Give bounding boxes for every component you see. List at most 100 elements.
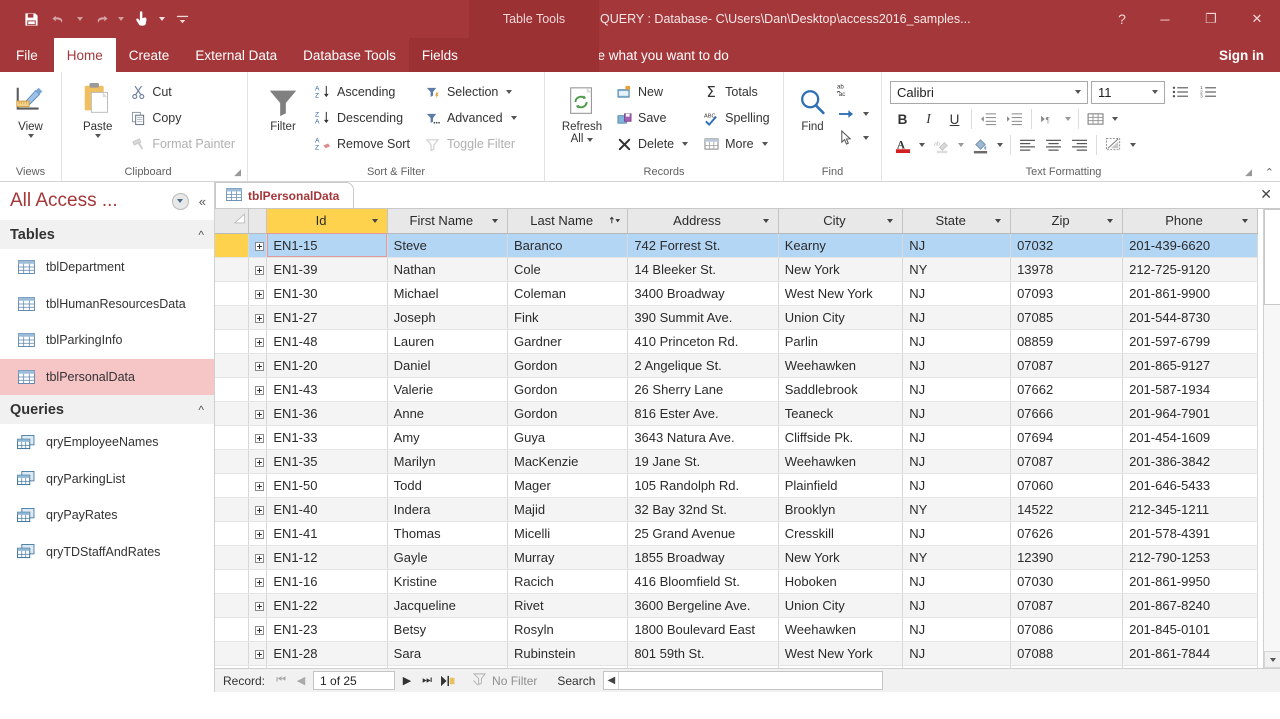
table-row[interactable]: EN1-30MichaelColeman3400 BroadwayWest Ne… [215, 281, 1258, 305]
cell-first-name[interactable]: Kristine [387, 569, 507, 593]
cell-phone[interactable]: 212-345-1211 [1123, 497, 1258, 521]
column-header-address[interactable]: Address [628, 209, 778, 233]
cell-first-name[interactable]: Betsy [387, 617, 507, 641]
cell-id[interactable]: EN1-12 [267, 545, 387, 569]
cell-address[interactable]: 3643 Natura Ave. [628, 425, 778, 449]
cell-phone[interactable]: 201-578-4391 [1123, 521, 1258, 545]
cell-id[interactable]: EN1-36 [267, 401, 387, 425]
cell-state[interactable]: NJ [903, 449, 1011, 473]
cell-id[interactable]: EN1-39 [267, 257, 387, 281]
cell-last-name[interactable]: Gordon [508, 401, 628, 425]
cell-phone[interactable]: 201-439-6620 [1123, 233, 1258, 257]
row-selector[interactable] [215, 497, 248, 521]
cell-id[interactable]: EN1-22 [267, 593, 387, 617]
cell-first-name[interactable]: Gayle [387, 545, 507, 569]
cell-state[interactable]: NJ [903, 305, 1011, 329]
expand-row-button[interactable] [248, 569, 267, 593]
row-selector[interactable] [215, 401, 248, 425]
cell-id[interactable]: EN1-48 [267, 329, 387, 353]
increase-indent-button[interactable] [1002, 107, 1027, 131]
expand-row-button[interactable] [248, 377, 267, 401]
cell-zip[interactable]: 07060 [1011, 473, 1123, 497]
column-dropdown-icon[interactable] [1104, 219, 1116, 223]
refresh-all-button[interactable]: Refresh All [551, 77, 613, 145]
table-row[interactable]: EN1-40InderaMajid32 Bay 32nd St.Brooklyn… [215, 497, 1258, 521]
help-icon[interactable]: ? [1102, 0, 1142, 38]
select-button[interactable] [835, 126, 875, 150]
cell-city[interactable]: Weehawken [778, 353, 902, 377]
text-highlight-button[interactable]: ab [929, 133, 954, 157]
column-header-id[interactable]: Id [267, 209, 387, 233]
filter-status[interactable]: No Filter [457, 673, 547, 689]
cell-state[interactable]: NY [903, 545, 1011, 569]
table-row[interactable]: EN1-23BetsyRosyln1800 Boulevard EastWeeh… [215, 617, 1258, 641]
align-left-button[interactable] [1015, 133, 1040, 157]
nav-item-tblhumanresourcesdata[interactable]: tblHumanResourcesData [0, 286, 214, 323]
delete-dropdown-icon[interactable] [682, 142, 688, 146]
font-name-combo[interactable]: Calibri [890, 81, 1088, 104]
cell-address[interactable]: 742 Forrest St. [628, 233, 778, 257]
undo-icon[interactable] [46, 5, 72, 33]
expand-row-button[interactable] [248, 281, 267, 305]
nav-item-tblpersonaldata[interactable]: tblPersonalData [0, 359, 214, 396]
cell-address[interactable]: 19 Jane St. [628, 449, 778, 473]
expand-row-button[interactable] [248, 449, 267, 473]
cell-first-name[interactable]: Todd [387, 473, 507, 497]
cell-phone[interactable]: 201-646-5433 [1123, 473, 1258, 497]
cell-phone[interactable]: 201-454-1609 [1123, 425, 1258, 449]
cut-button[interactable]: Cut [127, 79, 241, 105]
paste-button[interactable]: Paste [68, 77, 127, 138]
cell-zip[interactable]: 07032 [1011, 233, 1123, 257]
cell-address[interactable]: 26 Sherry Lane [628, 377, 778, 401]
undo-dropdown-icon[interactable] [74, 5, 85, 33]
descending-button[interactable]: ZA Descending [312, 105, 416, 131]
cell-city[interactable]: Teaneck [778, 401, 902, 425]
cell-zip[interactable]: 07694 [1011, 425, 1123, 449]
cell-zip[interactable]: 07626 [1011, 521, 1123, 545]
font-size-dropdown-icon[interactable] [1148, 90, 1162, 94]
row-selector[interactable] [215, 425, 248, 449]
cell-last-name[interactable]: Racich [508, 569, 628, 593]
font-color-button[interactable]: A [890, 133, 915, 157]
italic-button[interactable]: I [916, 107, 941, 131]
column-header-city[interactable]: City [778, 209, 902, 233]
cell-zip[interactable]: 07086 [1011, 617, 1123, 641]
row-selector[interactable] [215, 545, 248, 569]
cell-zip[interactable]: 07087 [1011, 449, 1123, 473]
cell-phone[interactable]: 201-386-3842 [1123, 449, 1258, 473]
cell-state[interactable]: NJ [903, 593, 1011, 617]
cell-last-name[interactable]: Baranco [508, 233, 628, 257]
table-row[interactable]: EN1-48LaurenGardner410 Princeton Rd.Parl… [215, 329, 1258, 353]
column-dropdown-icon[interactable] [369, 219, 381, 223]
table-row[interactable]: EN1-27JosephFink390 Summit Ave.Union Cit… [215, 305, 1258, 329]
cell-first-name[interactable]: Lauren [387, 329, 507, 353]
numbered-list-button[interactable]: 123 [1196, 80, 1221, 104]
spelling-button[interactable]: ABC Spelling [700, 105, 775, 131]
tab-fields[interactable]: Fields [409, 38, 471, 72]
cell-id[interactable]: EN1-41 [267, 521, 387, 545]
chevron-up-icon[interactable]: ^ [198, 403, 204, 417]
cell-last-name[interactable]: Micelli [508, 521, 628, 545]
next-record-button[interactable]: ▶ [397, 671, 417, 691]
cell-city[interactable]: Weehawken [778, 449, 902, 473]
column-header-phone[interactable]: Phone [1123, 209, 1258, 233]
cell-state[interactable]: NJ [903, 521, 1011, 545]
cell-phone[interactable]: 201-861-7844 [1123, 641, 1258, 665]
table-row[interactable]: EN1-15SteveBaranco742 Forrest St.KearnyN… [215, 233, 1258, 257]
record-position-box[interactable]: 1 of 25 [313, 671, 395, 690]
cell-state[interactable]: NJ [903, 401, 1011, 425]
cell-address[interactable]: 32 Bay 32nd St. [628, 497, 778, 521]
row-selector[interactable] [215, 641, 248, 665]
expand-row-button[interactable] [248, 233, 267, 257]
cell-first-name[interactable]: Indera [387, 497, 507, 521]
text-formatting-dialog-launcher-icon[interactable]: ◢ [1245, 164, 1252, 181]
filter-button[interactable]: Filter [254, 77, 312, 133]
nav-item-qrytdstaffandrates[interactable]: qryTDStaffAndRates [0, 534, 214, 571]
cell-address[interactable]: 3400 Broadway [628, 281, 778, 305]
column-header-last-name[interactable]: Last Name [508, 209, 628, 233]
expand-row-button[interactable] [248, 425, 267, 449]
row-selector[interactable] [215, 569, 248, 593]
remove-sort-button[interactable]: AZ Remove Sort [312, 131, 416, 157]
cell-city[interactable]: Cresskill [778, 521, 902, 545]
cell-first-name[interactable]: Daniel [387, 353, 507, 377]
